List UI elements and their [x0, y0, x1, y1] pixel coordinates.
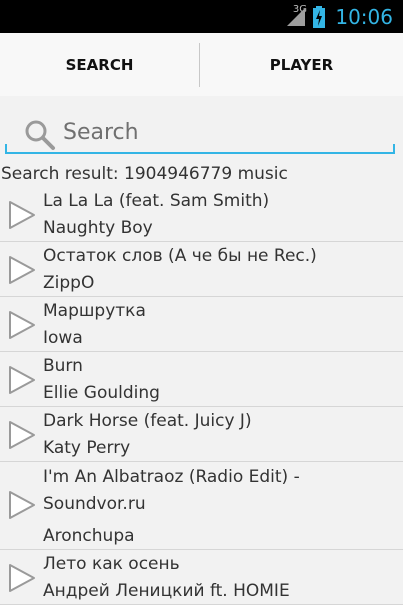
play-icon[interactable]: [8, 563, 36, 593]
list-item[interactable]: Burn Ellie Goulding: [0, 352, 403, 407]
list-item[interactable]: Остаток слов (А че бы не Rec.) ZippO: [0, 242, 403, 297]
search-result-count: Search result: 1904946779 music: [1, 164, 288, 184]
search-icon: [25, 120, 55, 150]
song-artist: Naughty Boy: [43, 218, 153, 238]
song-title: I'm An Albatraoz (Radio Edit) - Soundvor…: [43, 467, 300, 514]
tab-bar: SEARCH PLAYER: [0, 33, 403, 129]
song-title: La La La (feat. Sam Smith): [43, 191, 270, 211]
play-icon[interactable]: [8, 200, 36, 230]
clock: 10:06: [335, 4, 393, 29]
song-artist: Андрей Леницкий ft. HOMIE: [43, 581, 290, 601]
list-item[interactable]: Маршрутка Iowa: [0, 297, 403, 352]
play-icon[interactable]: [8, 420, 36, 450]
list-item[interactable]: Лето как осень Андрей Леницкий ft. HOMIE: [0, 550, 403, 605]
song-artist: Iowa: [43, 328, 83, 348]
battery-charging-icon: [313, 5, 326, 28]
song-artist: Aronchupa: [43, 526, 135, 546]
list-item[interactable]: I'm An Albatraoz (Radio Edit) - Soundvor…: [0, 462, 403, 550]
play-icon[interactable]: [8, 255, 36, 285]
search-input[interactable]: [61, 116, 385, 148]
signal-icon: [287, 7, 306, 26]
list-item[interactable]: La La La (feat. Sam Smith) Naughty Boy: [0, 187, 403, 242]
song-title: Лето как осень: [43, 554, 180, 574]
search-area: [0, 96, 403, 162]
results-list: La La La (feat. Sam Smith) Naughty Boy О…: [0, 187, 403, 605]
tab-search[interactable]: SEARCH: [0, 33, 199, 96]
play-icon[interactable]: [8, 310, 36, 340]
list-item[interactable]: Dark Horse (feat. Juicy J) Katy Perry: [0, 407, 403, 462]
play-icon[interactable]: [8, 490, 36, 520]
song-title: Остаток слов (А че бы не Rec.): [43, 246, 317, 266]
song-title: Dark Horse (feat. Juicy J): [43, 411, 252, 431]
play-icon[interactable]: [8, 365, 36, 395]
status-bar: 3G 10:06: [0, 0, 403, 33]
song-artist: Ellie Goulding: [43, 383, 160, 403]
search-box[interactable]: [5, 106, 395, 154]
song-title: Burn: [43, 356, 83, 376]
song-title: Маршрутка: [43, 301, 146, 321]
tab-player[interactable]: PLAYER: [200, 33, 403, 96]
song-artist: ZippO: [43, 273, 95, 293]
song-artist: Katy Perry: [43, 438, 131, 458]
